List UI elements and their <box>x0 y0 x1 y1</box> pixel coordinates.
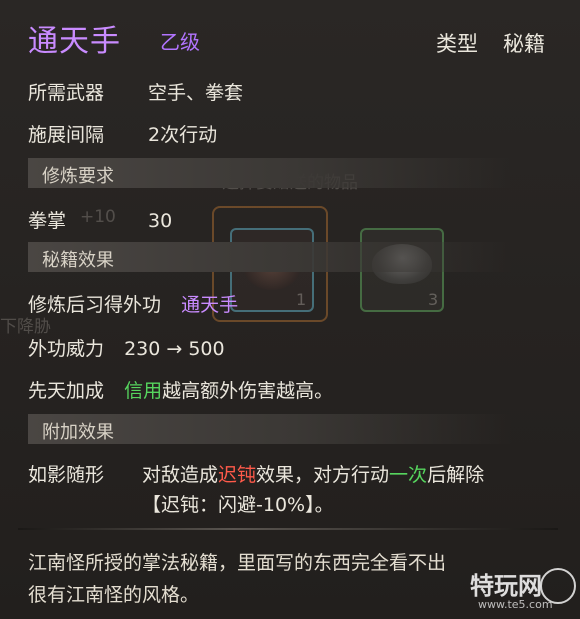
extra-count: 一次 <box>389 464 428 486</box>
type-value: 秘籍 <box>503 32 545 56</box>
power-value: 230 → 500 <box>124 338 225 360</box>
innate-text: 越高额外伤害越高。 <box>162 380 334 402</box>
innate-label: 先天加成 <box>28 380 105 402</box>
extra-status: 迟钝 <box>218 464 257 486</box>
section-title: 修炼要求 <box>42 166 114 187</box>
power-label: 外功威力 <box>28 338 105 360</box>
learn-label: 修炼后习得外功 <box>28 294 162 316</box>
ghost-slot-count-b: 3 <box>428 290 439 309</box>
watermark-text: 特玩网 <box>470 572 542 600</box>
tooltip-header: 通天手 乙级 类型 秘籍 <box>0 14 580 72</box>
innate-highlight: 信用 <box>124 380 163 402</box>
ghost-slot-count-a: 1 <box>296 290 307 309</box>
stat-value: 2次行动 <box>148 124 218 146</box>
stat-weapon: 所需武器 空手、拳套 <box>28 78 243 105</box>
learn-skill-name: 通天手 <box>181 294 239 316</box>
type-label: 类型 <box>436 32 478 56</box>
innate-row: 先天加成 信用越高额外伤害越高。 <box>28 376 333 403</box>
stat-interval: 施展间隔 2次行动 <box>28 120 217 147</box>
extra-effect-row: 如影随形 对敌造成迟钝效果，对方行动一次后解除 <box>28 460 484 487</box>
section-training-req: 修炼要求 <box>28 158 512 188</box>
requirement-label: 拳掌 <box>28 210 67 232</box>
section-extra-effect: 附加效果 <box>28 414 512 444</box>
stat-label: 施展间隔 <box>28 124 105 146</box>
extra-text-c: 效果，对方行动 <box>256 464 390 486</box>
description-line-2: 很有江南怪的风格。 <box>28 584 200 606</box>
section-title: 附加效果 <box>42 422 114 443</box>
learn-row: 修炼后习得外功 通天手 <box>28 290 238 317</box>
watermark-url: www.te5.com <box>478 598 553 611</box>
requirement-value: 30 <box>148 210 173 232</box>
stat-label: 所需武器 <box>28 82 105 104</box>
power-row: 外功威力 230 → 500 <box>28 334 225 361</box>
extra-effect-detail: 【迟钝：闪避-10%】。 <box>142 490 334 517</box>
extra-detail-text: 【迟钝：闪避-10%】。 <box>142 494 334 516</box>
requirement-row: 拳掌 30 <box>28 206 172 233</box>
description-line-1: 江南怪所授的掌法秘籍，里面写的东西完全看不出 <box>28 552 447 574</box>
extra-text-e: 后解除 <box>427 464 485 486</box>
item-grade: 乙级 <box>160 30 200 54</box>
divider <box>18 528 558 530</box>
section-manual-effect: 秘籍效果 <box>28 242 512 272</box>
item-name: 通天手 <box>28 24 121 59</box>
extra-effect-name: 如影随形 <box>28 464 105 486</box>
extra-text-a: 对敌造成 <box>142 464 219 486</box>
stat-value: 空手、拳套 <box>148 82 244 104</box>
section-title: 秘籍效果 <box>42 250 114 271</box>
item-tooltip: 选择要赠送的物品 1 3 +10 下降胁 通天手 乙级 类型 秘籍 所需武器 空… <box>0 0 580 619</box>
